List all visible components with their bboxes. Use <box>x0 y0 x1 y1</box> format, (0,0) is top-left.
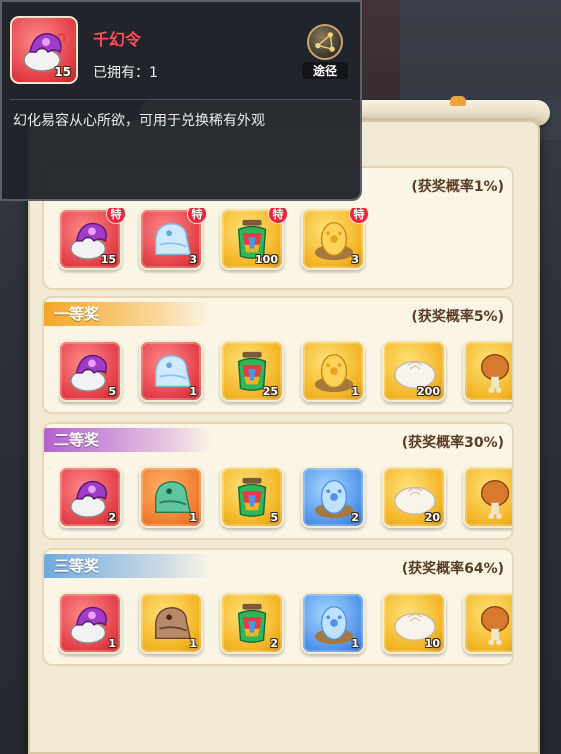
prize-item[interactable]: 1 <box>58 592 122 654</box>
item-count: 2 <box>270 637 278 650</box>
item-count: 200 <box>417 385 440 398</box>
tooltip-divider <box>10 99 352 100</box>
item-description: 幻化易容从心所欲，可用于兑换稀有外观 <box>13 113 265 129</box>
item-row: 5 1 25 1 200 8 <box>58 340 512 406</box>
tier-label: 二等奖 <box>44 428 212 452</box>
item-count: 3 <box>189 253 197 266</box>
prize-item[interactable]: 5 <box>58 340 122 402</box>
item-count: 1 <box>189 385 197 398</box>
prize-section-third: 三等奖 (获奖概率64%) 1 1 2 1 10 <box>42 548 514 666</box>
prize-item[interactable]: 2 <box>58 466 122 528</box>
prize-item[interactable]: 3特 <box>139 208 207 270</box>
prize-item[interactable]: 1 <box>139 592 203 654</box>
route-icon <box>307 24 343 60</box>
prize-item[interactable]: 3特 <box>301 208 369 270</box>
prize-item[interactable] <box>463 592 512 654</box>
item-count: 1 <box>351 385 359 398</box>
probability-label: (获奖概率1%) <box>411 179 504 195</box>
route-label: 途径 <box>302 62 348 79</box>
owned-count: 已拥有：1 <box>93 65 158 81</box>
item-count: 15 <box>54 65 71 79</box>
item-row: 2 1 5 2 20 <box>58 466 512 532</box>
prize-item[interactable]: 200 <box>382 340 446 402</box>
prize-item[interactable]: 20 <box>382 466 446 528</box>
prize-item[interactable]: 2 <box>301 466 365 528</box>
item-count: 100 <box>255 253 278 266</box>
tier-label: 一等奖 <box>44 302 212 326</box>
item-row: 1 1 2 1 10 <box>58 592 512 658</box>
item-name: 千幻令 <box>93 30 142 49</box>
tier-label: 三等奖 <box>44 554 212 578</box>
prize-section-first: 一等奖 (获奖概率5%) 5 1 25 1 200 8 <box>42 296 514 414</box>
item-count: 1 <box>189 511 197 524</box>
prize-item[interactable]: 1 <box>139 466 203 528</box>
prize-item[interactable]: 10 <box>382 592 446 654</box>
prize-item[interactable]: 2 <box>220 592 284 654</box>
drumstick-icon <box>480 479 510 520</box>
prize-item[interactable]: 1 <box>301 340 365 402</box>
item-count: 2 <box>351 511 359 524</box>
item-tooltip: 15 千幻令 已拥有：1 途径 幻化易容从心所欲，可用于兑换稀有外观 <box>0 0 362 201</box>
prize-item[interactable]: 5 <box>220 466 284 528</box>
probability-label: (获奖概率30%) <box>401 435 504 451</box>
prize-item[interactable]: 8 <box>463 340 512 402</box>
prize-item[interactable]: 100 特 <box>220 208 288 270</box>
prize-item[interactable]: 1 <box>139 340 203 402</box>
special-badge: 特 <box>187 208 207 224</box>
item-count: 15 <box>100 253 116 266</box>
special-badge: 特 <box>268 208 288 224</box>
item-count: 1 <box>351 637 359 650</box>
item-count: 5 <box>270 511 278 524</box>
probability-label: (获奖概率5%) <box>411 309 504 325</box>
drumstick-icon <box>480 605 510 646</box>
special-badge: 特 <box>106 208 126 224</box>
tooltip-item-icon: 15 <box>10 16 78 84</box>
probability-label: (获奖概率64%) <box>401 561 504 577</box>
item-count: 1 <box>108 637 116 650</box>
prize-item[interactable]: 25 <box>220 340 284 402</box>
drumstick-icon <box>480 353 510 394</box>
item-count: 20 <box>424 511 440 524</box>
prize-item[interactable]: 15 特 <box>58 208 126 270</box>
prize-item[interactable]: 1 <box>301 592 365 654</box>
special-badge: 特 <box>349 208 369 224</box>
item-count: 1 <box>189 637 197 650</box>
item-count: 2 <box>108 511 116 524</box>
prize-item[interactable] <box>463 466 512 528</box>
item-count: 25 <box>262 385 278 398</box>
item-count: 3 <box>351 253 359 266</box>
item-row: 15 特 3 特 100 特 3 特 <box>58 208 512 274</box>
prize-section-second: 二等奖 (获奖概率30%) 2 1 5 2 20 <box>42 422 514 540</box>
route-button[interactable]: 途径 <box>302 24 348 80</box>
item-count: 10 <box>424 637 440 650</box>
scroll-knob <box>450 96 466 106</box>
item-count: 5 <box>108 385 116 398</box>
